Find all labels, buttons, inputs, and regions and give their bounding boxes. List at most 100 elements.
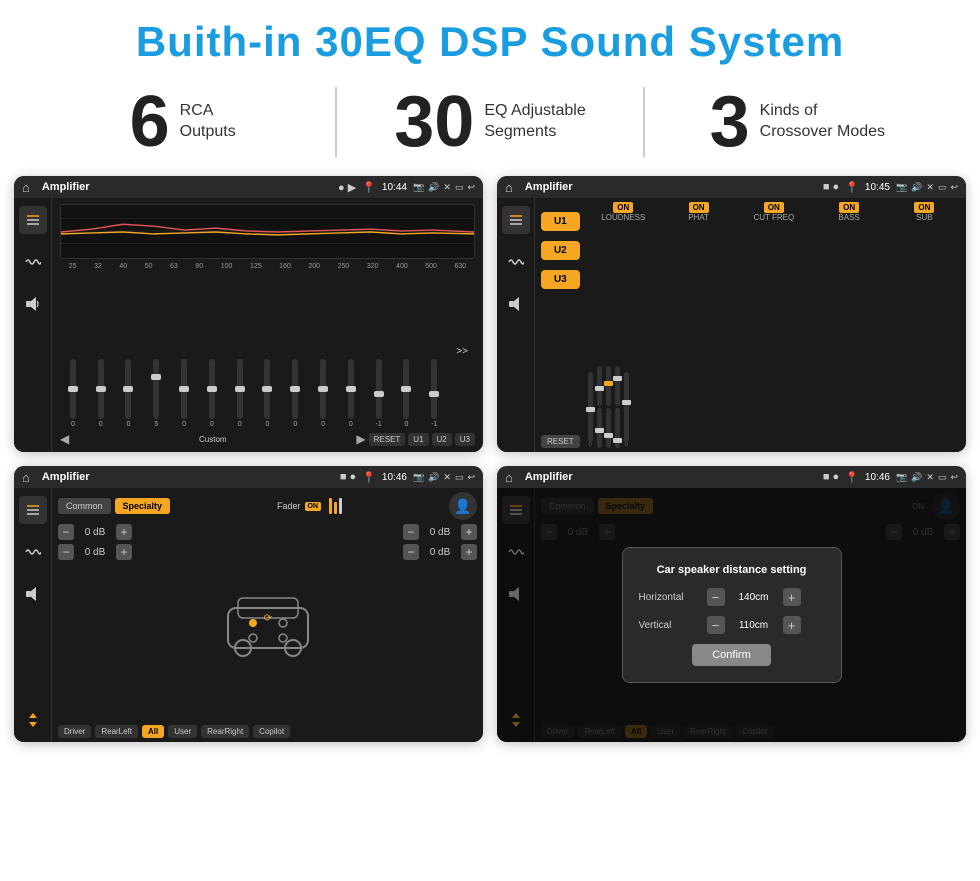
left-sidebar-fader — [14, 488, 52, 742]
eq-u3-btn[interactable]: U3 — [455, 433, 475, 446]
eq-sliders: 0 0 0 5 0 0 0 0 0 0 0 -1 0 -1 >> — [60, 274, 475, 428]
all-btn[interactable]: All — [142, 725, 164, 738]
eq-sidebar-btn[interactable] — [19, 206, 47, 234]
stat-divider-2 — [643, 87, 645, 157]
status-title-fader: Amplifier — [42, 471, 90, 483]
vertical-minus[interactable]: − — [707, 616, 725, 634]
stat-number-crossover: 3 — [710, 86, 750, 158]
u1-btn[interactable]: U1 — [541, 212, 580, 231]
car-diagram: ⟳ — [200, 524, 336, 721]
specialty-tab[interactable]: Specialty — [115, 498, 171, 514]
db-plus-bl[interactable]: + — [116, 544, 132, 560]
rearright-btn[interactable]: RearRight — [201, 725, 249, 738]
copilot-btn[interactable]: Copilot — [253, 725, 290, 738]
vertical-plus[interactable]: + — [783, 616, 801, 634]
eq-reset-btn[interactable]: RESET — [369, 433, 406, 446]
status-title-distance: Amplifier — [525, 471, 573, 483]
slider-4: 0 — [171, 357, 197, 428]
u2-btn[interactable]: U2 — [541, 241, 580, 260]
camera-icon-distance: 📷 — [896, 472, 907, 483]
location-icon-fader: 📍 — [362, 471, 376, 484]
slider-5: 0 — [199, 357, 225, 428]
dot3-icon: ■ ● — [340, 471, 356, 483]
cutfreq-col: ON CUT FREQ — [738, 202, 809, 222]
fader-left: − 0 dB + − 0 dB + — [58, 524, 194, 721]
eq-mode-label: Custom — [72, 435, 353, 444]
svg-text:⟳: ⟳ — [263, 613, 272, 624]
home-icon-crossover: ⌂ — [505, 180, 513, 195]
v-slider-cutfreq2 — [606, 408, 611, 448]
stat-divider-1 — [335, 87, 337, 157]
loudness-col: ON LOUDNESS — [588, 202, 659, 222]
bass-on: ON — [839, 202, 859, 213]
cutfreq-on: ON — [764, 202, 784, 213]
v-slider-cutfreq1 — [606, 366, 611, 406]
wave-btn-crossover[interactable] — [502, 248, 530, 276]
confirm-button[interactable]: Confirm — [692, 644, 771, 666]
wave-sidebar-btn[interactable] — [19, 248, 47, 276]
horizontal-plus[interactable]: + — [783, 588, 801, 606]
v-slider-phat1 — [597, 366, 602, 406]
horizontal-minus[interactable]: − — [707, 588, 725, 606]
eq-main: 253240506380100125160200250320400500630 … — [52, 198, 483, 452]
slider-7: 0 — [255, 357, 281, 428]
rect-icon-fader: ▭ — [455, 472, 464, 483]
stat-label-crossover: Kinds ofCrossover Modes — [760, 101, 885, 143]
reset-btn-crossover[interactable]: RESET — [541, 435, 580, 448]
eq-u1-btn[interactable]: U1 — [408, 433, 428, 446]
crossover-controls: ON LOUDNESS ON PHAT ON CUT FREQ ON — [584, 202, 960, 448]
slider-10: 0 — [338, 357, 364, 428]
common-tab[interactable]: Common — [58, 498, 111, 514]
x-icon-distance: ✕ — [926, 472, 934, 483]
u-buttons: U1 U2 U3 RESET — [541, 202, 580, 448]
eq-btn-crossover[interactable] — [502, 206, 530, 234]
screen-content-crossover: U1 U2 U3 RESET ON LOUDNESS ON PHAT — [497, 198, 966, 452]
stat-label-eq: EQ AdjustableSegments — [484, 101, 585, 143]
u3-btn[interactable]: U3 — [541, 270, 580, 289]
eq-u2-btn[interactable]: U2 — [432, 433, 452, 446]
stat-crossover: 3 Kinds ofCrossover Modes — [655, 86, 940, 158]
db-plus-br[interactable]: + — [461, 544, 477, 560]
db-minus-br[interactable]: − — [403, 544, 419, 560]
back-icon-eq: ↩ — [467, 182, 475, 193]
slider-0: 0 — [60, 357, 86, 428]
slider-11: -1 — [366, 357, 392, 428]
eq-controls: ◀ Custom ▶ RESET U1 U2 U3 — [60, 432, 475, 446]
location-icon-eq: 📍 — [362, 181, 376, 194]
left-sidebar-crossover — [497, 198, 535, 452]
vol-icon-eq: 🔊 — [428, 182, 439, 193]
db-plus-tl[interactable]: + — [116, 524, 132, 540]
home-icon-eq: ⌂ — [22, 180, 30, 195]
db-val-tr: 0 dB — [422, 527, 458, 538]
eq-btn-fader[interactable] — [19, 496, 47, 524]
driver-btn[interactable]: Driver — [58, 725, 91, 738]
arrows-btn-fader[interactable] — [19, 706, 47, 734]
db-minus-tr[interactable]: − — [403, 524, 419, 540]
screen-distance: ⌂ Amplifier ■ ● 📍 10:46 📷 🔊 ✕ ▭ ↩ — [497, 466, 966, 742]
eq-next[interactable]: ▶ — [356, 432, 365, 446]
speaker-sidebar-btn[interactable] — [19, 290, 47, 318]
wave-btn-fader[interactable] — [19, 538, 47, 566]
slider-12: 0 — [394, 357, 420, 428]
x-icon-fader: ✕ — [443, 472, 451, 483]
db-plus-tr[interactable]: + — [461, 524, 477, 540]
eq-prev[interactable]: ◀ — [60, 432, 69, 446]
v-slider-bass1 — [615, 366, 620, 406]
fader-on-badge: ON — [305, 502, 322, 511]
dialog-vertical-row: Vertical − 110cm + — [639, 616, 825, 634]
speaker-btn-crossover[interactable] — [502, 290, 530, 318]
slider-1: 0 — [88, 357, 114, 428]
db-minus-tl[interactable]: − — [58, 524, 74, 540]
speaker-btn-fader[interactable] — [19, 580, 47, 608]
status-title-eq: Amplifier — [42, 181, 90, 193]
status-time-crossover: 10:45 — [865, 182, 890, 193]
db-control-bl: − 0 dB + — [58, 544, 194, 560]
horizontal-value: 140cm — [733, 592, 775, 603]
db-minus-bl[interactable]: − — [58, 544, 74, 560]
rearleft-btn[interactable]: RearLeft — [95, 725, 138, 738]
camera-icon-eq: 📷 — [413, 182, 424, 193]
user-btn[interactable]: User — [168, 725, 197, 738]
screen-content-eq: 253240506380100125160200250320400500630 … — [14, 198, 483, 452]
fader-bar3 — [339, 498, 342, 514]
home-icon-distance: ⌂ — [505, 470, 513, 485]
